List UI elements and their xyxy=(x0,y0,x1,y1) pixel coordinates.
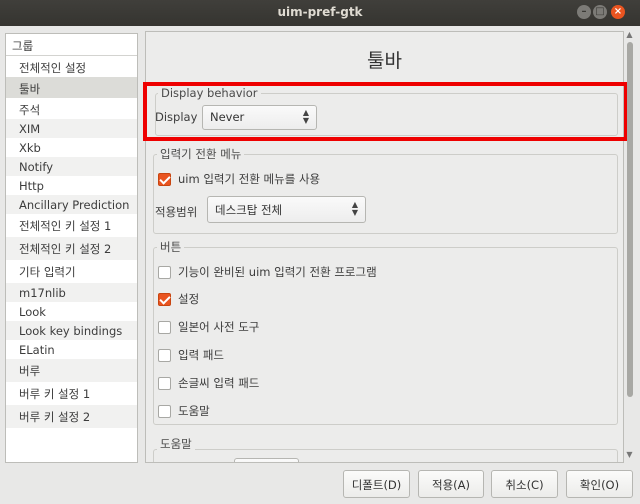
input-pad-label: 입력 패드 xyxy=(178,348,224,362)
sidebar-item-notify[interactable]: Notify xyxy=(6,157,137,176)
group-list-header[interactable]: 그룹 xyxy=(6,34,137,56)
window-titlebar: uim-pref-gtk – □ × xyxy=(0,0,640,26)
sidebar-item-global-keys-2[interactable]: 전체적인 키 설정 2 xyxy=(6,237,137,260)
use-im-switch-menu-checkbox[interactable]: uim 입력기 전환 메뉴를 사용 xyxy=(158,171,320,187)
group-list: 그룹 전체적인 설정 툴바 주석 XIM Xkb Notify Http Anc… xyxy=(5,33,138,463)
scope-combo-value: 데스크탑 전체 xyxy=(215,203,283,217)
scope-combo[interactable]: 데스크탑 전체 ▲ ▼ xyxy=(207,196,366,223)
checkbox-checked-icon xyxy=(158,292,171,306)
help-checkbox[interactable]: 도움말 xyxy=(158,403,210,419)
scroll-down-icon[interactable]: ▼ xyxy=(625,450,634,459)
window-title: uim-pref-gtk xyxy=(277,5,363,19)
sidebar-item-xim[interactable]: XIM xyxy=(6,119,137,138)
full-im-switcher-label: 기능이 완비된 uim 입력기 전환 프로그램 xyxy=(178,265,377,279)
help-checkbox-label: 도움말 xyxy=(178,404,210,418)
sidebar-item-xkb[interactable]: Xkb xyxy=(6,138,137,157)
checkbox-unchecked-icon xyxy=(158,265,171,279)
sidebar-item-annotation[interactable]: 주석 xyxy=(6,98,137,119)
sidebar-item-byeoru-keys-1[interactable]: 버루 키 설정 1 xyxy=(6,382,137,405)
sidebar-item-byeoru[interactable]: 버루 xyxy=(6,359,137,382)
sidebar-item-ancillary-prediction[interactable]: Ancillary Prediction xyxy=(6,195,137,214)
sidebar-item-global-keys-1[interactable]: 전체적인 키 설정 1 xyxy=(6,214,137,237)
page-title: 툴바 xyxy=(367,50,402,72)
settings-checkbox[interactable]: 설정 xyxy=(158,291,199,307)
sidebar-item-global-settings[interactable]: 전체적인 설정 xyxy=(6,56,137,77)
cancel-button[interactable]: 취소(C) xyxy=(491,470,558,498)
im-switch-menu-label: 입력기 전환 메뉴 xyxy=(157,146,245,162)
sidebar-item-look[interactable]: Look xyxy=(6,302,137,321)
sidebar-item-elatin[interactable]: ELatin xyxy=(6,340,137,359)
content-scrollbar[interactable]: ▲ ▼ xyxy=(625,30,634,464)
handwriting-pad-label: 손글씨 입력 패드 xyxy=(178,376,260,390)
settings-checkbox-label: 설정 xyxy=(178,292,200,306)
checkbox-unchecked-icon xyxy=(158,348,171,362)
ok-button[interactable]: 확인(O) xyxy=(566,470,633,498)
help-group xyxy=(153,449,618,462)
sidebar-item-m17nlib[interactable]: m17nlib xyxy=(6,283,137,302)
help-combo-partial[interactable] xyxy=(234,458,299,462)
scroll-up-icon[interactable]: ▲ xyxy=(625,30,634,39)
handwriting-pad-checkbox[interactable]: 손글씨 입력 패드 xyxy=(158,375,259,391)
maximize-icon[interactable]: □ xyxy=(593,5,607,19)
checkbox-unchecked-icon xyxy=(158,404,171,418)
minimize-icon[interactable]: – xyxy=(577,5,591,19)
scope-label: 적용범위 xyxy=(155,205,198,219)
checkbox-unchecked-icon xyxy=(158,320,171,334)
sidebar-item-look-key-bindings[interactable]: Look key bindings xyxy=(6,321,137,340)
close-icon[interactable]: × xyxy=(611,5,625,19)
help-group-label: 도움말 xyxy=(157,436,195,452)
scroll-thumb[interactable] xyxy=(627,42,633,397)
apply-button[interactable]: 적용(A) xyxy=(418,470,484,498)
sidebar-item-other-im[interactable]: 기타 입력기 xyxy=(6,260,137,283)
sidebar-item-http[interactable]: Http xyxy=(6,176,137,195)
default-button[interactable]: 디폴트(D) xyxy=(343,470,410,498)
sidebar-item-byeoru-keys-2[interactable]: 버루 키 설정 2 xyxy=(6,405,137,428)
buttons-group-label: 버튼 xyxy=(157,239,185,255)
japanese-dict-tool-label: 일본어 사전 도구 xyxy=(178,320,260,334)
sidebar-item-toolbar[interactable]: 툴바 xyxy=(6,77,137,98)
checkbox-unchecked-icon xyxy=(158,376,171,390)
use-im-switch-menu-label: uim 입력기 전환 메뉴를 사용 xyxy=(178,172,321,186)
japanese-dict-tool-checkbox[interactable]: 일본어 사전 도구 xyxy=(158,319,259,335)
input-pad-checkbox[interactable]: 입력 패드 xyxy=(158,347,224,363)
highlight-box xyxy=(143,82,628,141)
combo-arrows-icon: ▲ ▼ xyxy=(351,200,358,217)
full-im-switcher-checkbox[interactable]: 기능이 완비된 uim 입력기 전환 프로그램 xyxy=(158,264,377,280)
checkbox-checked-icon xyxy=(158,172,171,186)
